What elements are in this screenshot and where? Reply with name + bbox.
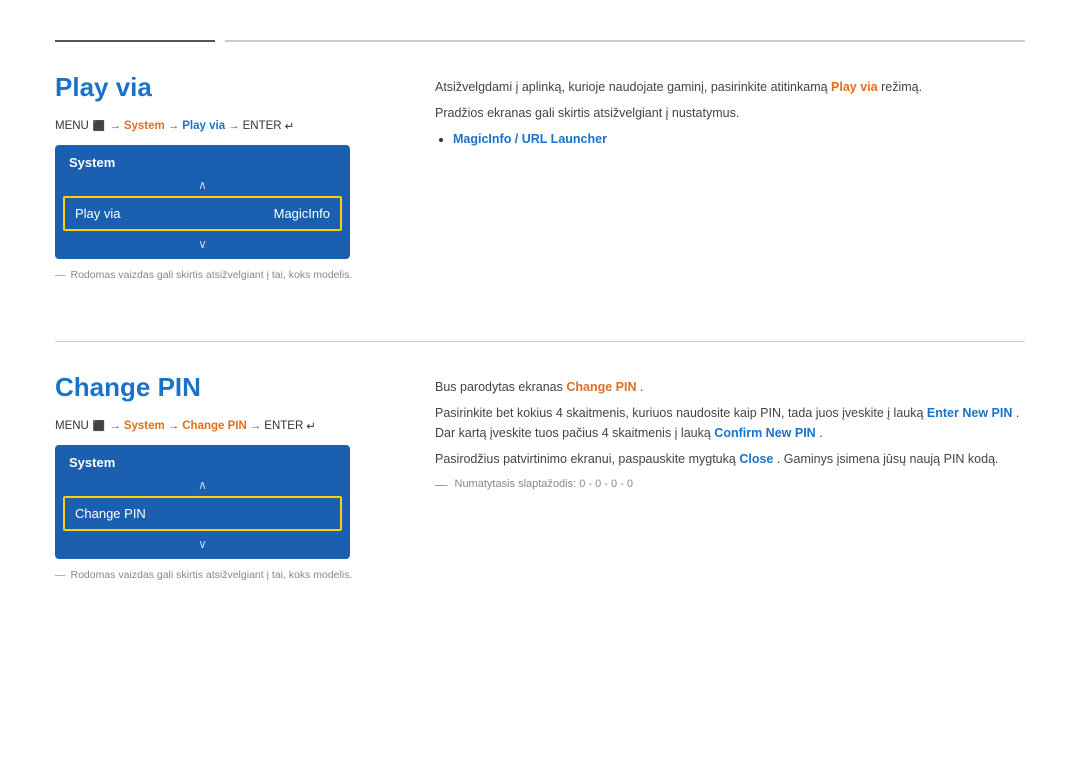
play-via-title: Play via [55,72,395,103]
play-via-link: Play via [182,120,225,132]
arrow4: → [109,420,121,432]
play-via-left: Play via MENU ⬛ → System → Play via → EN… [55,72,395,281]
tv-box-header-2: System [55,445,350,476]
tv-box-item-label-2: Change PIN [75,506,146,521]
menu-label: MENU [55,120,89,132]
change-pin-tv-box: System ∧ Change PIN ∨ [55,445,350,559]
enter-icon-2: ↵ [306,419,316,433]
arrow5: → [168,420,180,432]
enter-new-pin-highlight: Enter New PIN [927,406,1012,420]
play-via-menu-path: MENU ⬛ → System → Play via → ENTER ↵ [55,119,395,133]
play-via-tv-box: System ∧ Play via MagicInfo ∨ [55,145,350,259]
play-via-section: Play via MENU ⬛ → System → Play via → EN… [55,72,1025,281]
play-via-right: Atsižvelgdami į aplinką, kurioje naudoja… [435,72,1025,281]
arrow6: → [250,420,262,432]
tv-box-up-arrow-2: ∧ [55,476,350,494]
play-via-desc1: Atsižvelgdami į aplinką, kurioje naudoja… [435,77,1025,97]
play-via-bullet-1: MagicInfo / URL Launcher [453,129,1025,150]
tv-box-item-label-1: Play via [75,206,121,221]
change-pin-left: Change PIN MENU ⬛ → System → Change PIN … [55,372,395,581]
tv-box-down-arrow-1: ∨ [55,233,350,259]
change-pin-link: Change PIN [182,420,247,432]
section-divider [55,341,1025,342]
play-via-desc2: Pradžios ekranas gali skirtis atsižvelgi… [435,103,1025,123]
menu-icon: ⬛ [93,121,105,132]
change-pin-menu-path: MENU ⬛ → System → Change PIN → ENTER ↵ [55,419,395,433]
play-via-highlight: Play via [831,80,878,94]
tv-box-down-arrow-2: ∨ [55,533,350,559]
change-pin-right: Bus parodytas ekranas Change PIN . Pasir… [435,372,1025,581]
change-pin-default: — Numatytasis slaptažodis: 0 - 0 - 0 - 0 [435,475,1025,495]
enter-icon: ↵ [285,119,295,133]
tv-box-change-pin-item: Change PIN [63,496,342,531]
arrow2: → [168,120,180,132]
divider-long [225,40,1025,42]
tv-box-item-value-1: MagicInfo [274,206,330,221]
enter-label: ENTER [243,120,282,132]
menu-label-2: MENU [55,420,89,432]
close-highlight: Close [739,452,773,466]
system-link-2: System [124,420,165,432]
change-pin-note: Rodomas vaizdas gali skirtis atsižvelgia… [55,569,395,581]
play-via-bullets: MagicInfo / URL Launcher [453,129,1025,150]
arrow3: → [228,120,240,132]
divider-short [55,40,215,42]
system-link: System [124,120,165,132]
change-pin-desc2: Pasirinkite bet kokius 4 skaitmenis, kur… [435,403,1025,443]
play-via-note: Rodomas vaizdas gali skirtis atsižvelgia… [55,269,395,281]
change-pin-highlight: Change PIN [566,380,636,394]
change-pin-desc3: Pasirodžius patvirtinimo ekranui, paspau… [435,449,1025,469]
change-pin-title: Change PIN [55,372,395,403]
change-pin-section: Change PIN MENU ⬛ → System → Change PIN … [55,372,1025,581]
confirm-new-pin-highlight: Confirm New PIN [714,426,815,440]
tv-box-up-arrow-1: ∧ [55,176,350,194]
tv-box-play-via-item: Play via MagicInfo [63,196,342,231]
menu-icon-2: ⬛ [93,421,105,432]
top-dividers [55,40,1025,42]
tv-box-header-1: System [55,145,350,176]
change-pin-desc1: Bus parodytas ekranas Change PIN . [435,377,1025,397]
arrow1: → [109,120,121,132]
enter-label-2: ENTER [264,420,303,432]
